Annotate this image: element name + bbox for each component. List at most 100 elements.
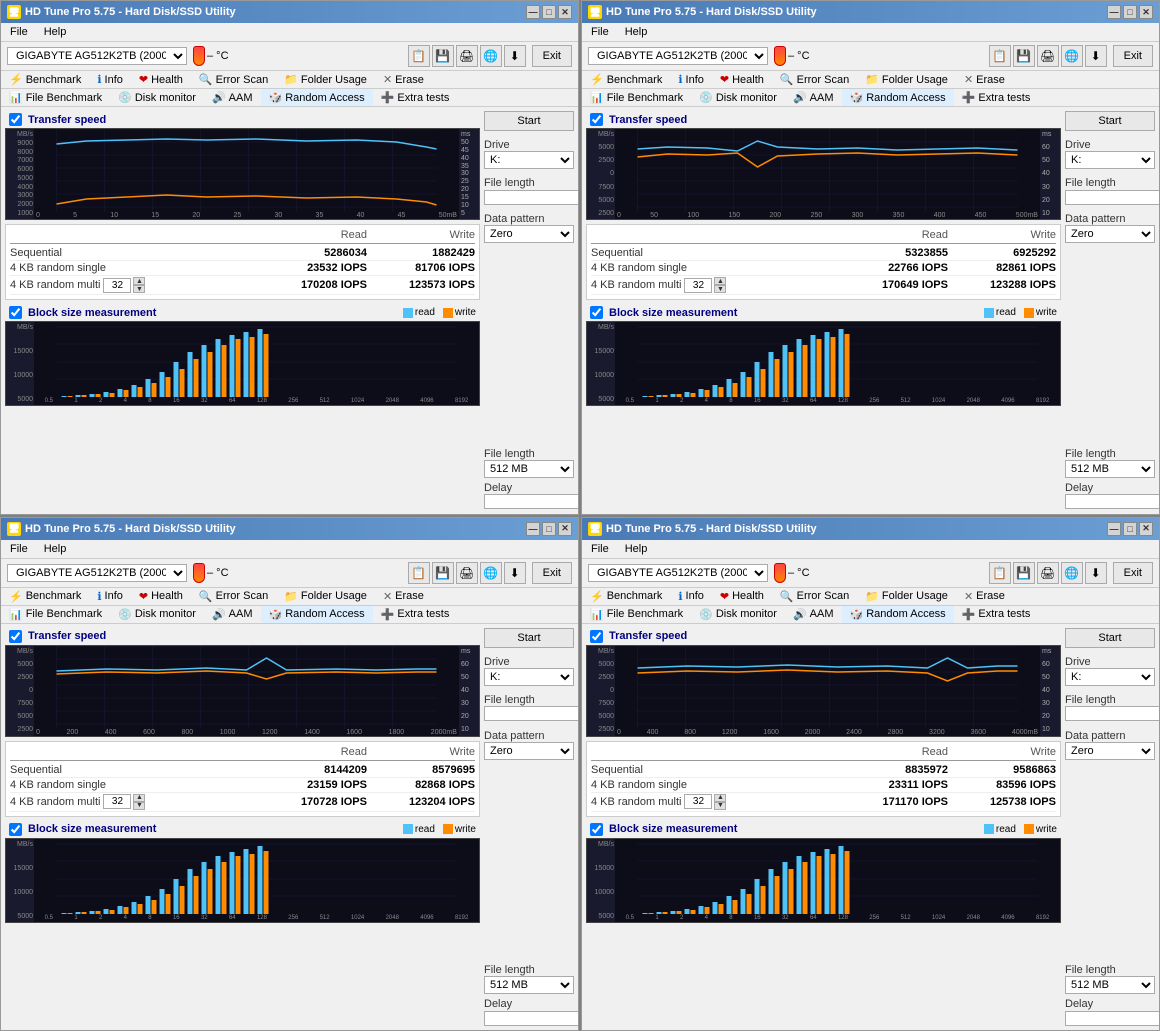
erase-tab-1[interactable]: ✕ Erase bbox=[375, 71, 432, 88]
spinner-up-1[interactable]: ▲ bbox=[133, 277, 145, 285]
toolbar-icon-e-4[interactable]: ⬇ bbox=[1085, 562, 1107, 584]
folderusage-tab-3[interactable]: 📁 Folder Usage bbox=[276, 588, 375, 605]
file-menu-4[interactable]: File bbox=[588, 542, 612, 556]
filelength-input-4[interactable] bbox=[1065, 706, 1159, 721]
erase-tab-4[interactable]: ✕ Erase bbox=[956, 588, 1013, 605]
file-menu-2[interactable]: File bbox=[588, 25, 612, 39]
drive-select-1[interactable]: K: bbox=[484, 151, 574, 169]
exit-btn-3[interactable]: Exit bbox=[532, 562, 572, 584]
datapattern-select-3[interactable]: Zero bbox=[484, 742, 574, 760]
transfer-checkbox-2[interactable] bbox=[590, 113, 603, 126]
exit-btn-4[interactable]: Exit bbox=[1113, 562, 1153, 584]
spinner-up-4[interactable]: ▲ bbox=[714, 794, 726, 802]
extratests-tab-2[interactable]: ➕ Extra tests bbox=[954, 89, 1039, 106]
maximize-btn-3[interactable]: □ bbox=[542, 522, 556, 536]
toolbar-icon-c-4[interactable]: 🖨 bbox=[1037, 562, 1059, 584]
filebenchmark-tab-4[interactable]: 📊 File Benchmark bbox=[582, 606, 691, 623]
blocksize-checkbox-2[interactable] bbox=[590, 306, 603, 319]
spinner-up-2[interactable]: ▲ bbox=[714, 277, 726, 285]
spinner-up-3[interactable]: ▲ bbox=[133, 794, 145, 802]
minimize-btn-1[interactable]: — bbox=[526, 5, 540, 19]
filelength-input-3[interactable] bbox=[484, 706, 578, 721]
bs-filelength-select-4[interactable]: 512 MB bbox=[1065, 976, 1155, 994]
toolbar-icon-e-3[interactable]: ⬇ bbox=[504, 562, 526, 584]
device-select-1[interactable]: GIGABYTE AG512K2TB (2000 gB) bbox=[7, 47, 187, 65]
erase-tab-3[interactable]: ✕ Erase bbox=[375, 588, 432, 605]
drive-select-4[interactable]: K: bbox=[1065, 668, 1155, 686]
minimize-btn-2[interactable]: — bbox=[1107, 5, 1121, 19]
filebenchmark-tab-3[interactable]: 📊 File Benchmark bbox=[1, 606, 110, 623]
aam-tab-4[interactable]: 🔊 AAM bbox=[785, 606, 842, 623]
multi-spinner-1[interactable]: ▲ ▼ bbox=[103, 277, 145, 293]
multi-spinner-input-4[interactable] bbox=[684, 794, 712, 809]
aam-tab-1[interactable]: 🔊 AAM bbox=[204, 89, 261, 106]
toolbar-icon-a-4[interactable]: 📋 bbox=[989, 562, 1011, 584]
help-menu-3[interactable]: Help bbox=[41, 542, 70, 556]
blocksize-checkbox-4[interactable] bbox=[590, 823, 603, 836]
toolbar-icon-e-2[interactable]: ⬇ bbox=[1085, 45, 1107, 67]
toolbar-icon-c-1[interactable]: 🖨 bbox=[456, 45, 478, 67]
extratests-tab-1[interactable]: ➕ Extra tests bbox=[373, 89, 458, 106]
close-btn-3[interactable]: ✕ bbox=[558, 522, 572, 536]
erase-tab-2[interactable]: ✕ Erase bbox=[956, 71, 1013, 88]
toolbar-icon-d-1[interactable]: 🌐 bbox=[480, 45, 502, 67]
bs-delay-input-3[interactable] bbox=[484, 1011, 578, 1026]
transfer-checkbox-4[interactable] bbox=[590, 630, 603, 643]
multi-spinner-4[interactable]: ▲ ▼ bbox=[684, 794, 726, 810]
spinner-down-1[interactable]: ▼ bbox=[133, 285, 145, 293]
bs-filelength-select-1[interactable]: 512 MB bbox=[484, 460, 574, 478]
health-tab-2[interactable]: ❤ Health bbox=[712, 71, 772, 88]
drive-select-2[interactable]: K: bbox=[1065, 151, 1155, 169]
bs-delay-input-4[interactable] bbox=[1065, 1011, 1159, 1026]
toolbar-icon-a-2[interactable]: 📋 bbox=[989, 45, 1011, 67]
errorscan-tab-2[interactable]: 🔍 Error Scan bbox=[772, 71, 857, 88]
errorscan-tab-3[interactable]: 🔍 Error Scan bbox=[191, 588, 276, 605]
transfer-checkbox-1[interactable] bbox=[9, 113, 22, 126]
blocksize-checkbox-3[interactable] bbox=[9, 823, 22, 836]
diskmonitor-tab-4[interactable]: 💿 Disk monitor bbox=[691, 606, 785, 623]
info-tab-4[interactable]: ℹ Info bbox=[670, 588, 712, 605]
toolbar-icon-d-3[interactable]: 🌐 bbox=[480, 562, 502, 584]
maximize-btn-4[interactable]: □ bbox=[1123, 522, 1137, 536]
diskmonitor-tab-3[interactable]: 💿 Disk monitor bbox=[110, 606, 204, 623]
toolbar-icon-d-2[interactable]: 🌐 bbox=[1061, 45, 1083, 67]
filelength-input-2[interactable] bbox=[1065, 190, 1159, 205]
drive-select-3[interactable]: K: bbox=[484, 668, 574, 686]
bs-delay-input-1[interactable] bbox=[484, 494, 578, 509]
errorscan-tab-1[interactable]: 🔍 Error Scan bbox=[191, 71, 276, 88]
toolbar-icon-a-1[interactable]: 📋 bbox=[408, 45, 430, 67]
bs-delay-input-2[interactable] bbox=[1065, 494, 1159, 509]
close-btn-1[interactable]: ✕ bbox=[558, 5, 572, 19]
diskmonitor-tab-2[interactable]: 💿 Disk monitor bbox=[691, 89, 785, 106]
exit-btn-2[interactable]: Exit bbox=[1113, 45, 1153, 67]
info-tab-1[interactable]: ℹ Info bbox=[89, 71, 131, 88]
bs-filelength-select-3[interactable]: 512 MB bbox=[484, 976, 574, 994]
info-tab-2[interactable]: ℹ Info bbox=[670, 71, 712, 88]
datapattern-select-4[interactable]: Zero bbox=[1065, 742, 1155, 760]
bs-filelength-select-2[interactable]: 512 MB bbox=[1065, 460, 1155, 478]
datapattern-select-1[interactable]: Zero bbox=[484, 225, 574, 243]
start-btn-1[interactable]: Start bbox=[484, 111, 574, 131]
multi-spinner-input-2[interactable] bbox=[684, 278, 712, 293]
benchmark-tab-4[interactable]: ⚡ Benchmark bbox=[582, 588, 670, 605]
randomaccess-tab-2[interactable]: 🎲 Random Access bbox=[842, 89, 954, 106]
spinner-down-4[interactable]: ▼ bbox=[714, 802, 726, 810]
toolbar-icon-b-4[interactable]: 💾 bbox=[1013, 562, 1035, 584]
spinner-down-3[interactable]: ▼ bbox=[133, 802, 145, 810]
diskmonitor-tab-1[interactable]: 💿 Disk monitor bbox=[110, 89, 204, 106]
minimize-btn-3[interactable]: — bbox=[526, 522, 540, 536]
randomaccess-tab-3[interactable]: 🎲 Random Access bbox=[261, 606, 373, 623]
toolbar-icon-d-4[interactable]: 🌐 bbox=[1061, 562, 1083, 584]
exit-btn-1[interactable]: Exit bbox=[532, 45, 572, 67]
toolbar-icon-e-1[interactable]: ⬇ bbox=[504, 45, 526, 67]
datapattern-select-2[interactable]: Zero bbox=[1065, 225, 1155, 243]
file-menu-1[interactable]: File bbox=[7, 25, 31, 39]
randomaccess-tab-1[interactable]: 🎲 Random Access bbox=[261, 89, 373, 106]
health-tab-4[interactable]: ❤ Health bbox=[712, 588, 772, 605]
health-tab-3[interactable]: ❤ Health bbox=[131, 588, 191, 605]
info-tab-3[interactable]: ℹ Info bbox=[89, 588, 131, 605]
benchmark-tab-3[interactable]: ⚡ Benchmark bbox=[1, 588, 89, 605]
randomaccess-tab-4[interactable]: 🎲 Random Access bbox=[842, 606, 954, 623]
help-menu-4[interactable]: Help bbox=[622, 542, 651, 556]
multi-spinner-input-1[interactable] bbox=[103, 278, 131, 293]
